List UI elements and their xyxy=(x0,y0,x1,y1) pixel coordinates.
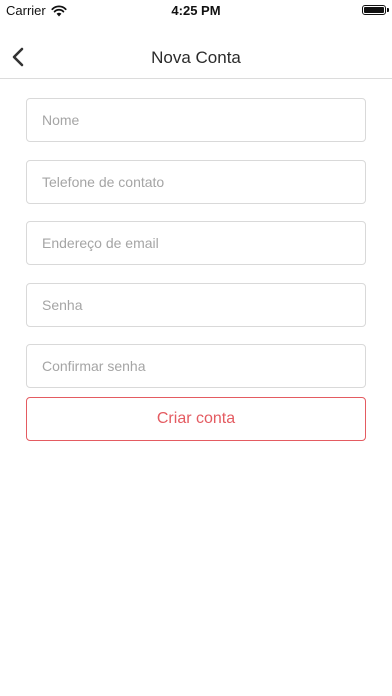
create-account-button[interactable]: Criar conta xyxy=(26,397,366,441)
navigation-bar: Nova Conta xyxy=(0,20,392,79)
email-field[interactable] xyxy=(26,221,366,265)
phone-field[interactable] xyxy=(26,160,366,204)
battery-tip xyxy=(387,8,389,12)
create-account-screen: Carrier 4:25 PM Nova Conta Nome Telefone… xyxy=(0,0,392,696)
name-field[interactable] xyxy=(26,98,366,142)
confirm-password-input[interactable] xyxy=(27,345,365,387)
phone-input[interactable] xyxy=(27,161,365,203)
status-time: 4:25 PM xyxy=(171,3,221,18)
status-bar: Carrier 4:25 PM xyxy=(0,0,392,20)
password-input[interactable] xyxy=(27,284,365,326)
confirm-password-field[interactable] xyxy=(26,344,366,388)
name-input[interactable] xyxy=(27,99,365,141)
password-field[interactable] xyxy=(26,283,366,327)
email-input[interactable] xyxy=(27,222,365,264)
page-title: Nova Conta xyxy=(151,48,241,67)
battery-icon xyxy=(362,5,386,15)
